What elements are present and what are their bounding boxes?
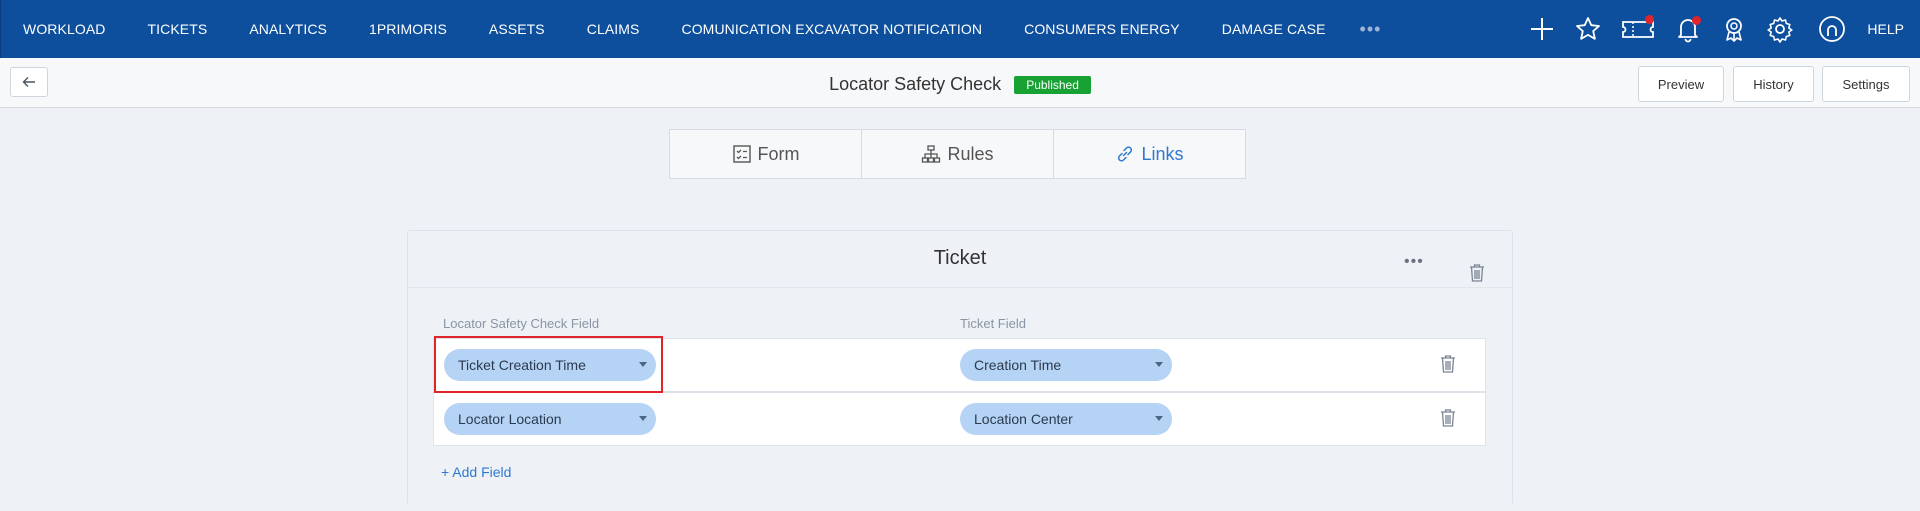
form-toolbar: Locator Safety Check Published Preview H… bbox=[0, 58, 1920, 108]
status-badge: Published bbox=[1014, 75, 1091, 94]
tab-links-label: Links bbox=[1141, 143, 1184, 164]
history-button[interactable]: History bbox=[1733, 66, 1814, 102]
star-icon[interactable] bbox=[1573, 14, 1603, 44]
award-icon[interactable] bbox=[1719, 14, 1749, 44]
editor-tabs: Form Rules Links bbox=[669, 129, 1246, 179]
right-field-select[interactable]: Creation Time bbox=[960, 349, 1172, 381]
nav-item-tickets[interactable]: TICKETS bbox=[147, 21, 207, 37]
nav-item-consumers-energy[interactable]: CONSUMERS ENERGY bbox=[1024, 21, 1180, 37]
trash-icon[interactable] bbox=[1439, 408, 1457, 433]
nav-more-button[interactable]: ••• bbox=[1360, 19, 1382, 40]
left-field-select[interactable]: Locator Location bbox=[444, 403, 656, 435]
tab-rules-label: Rules bbox=[947, 143, 994, 164]
link-icon bbox=[1118, 146, 1133, 162]
left-column-header: Locator Safety Check Field bbox=[443, 316, 600, 331]
right-column-header: Ticket Field bbox=[960, 316, 1026, 331]
nav-item-assets[interactable]: ASSETS bbox=[489, 21, 545, 37]
highlight-box bbox=[434, 336, 663, 393]
gear-icon[interactable] bbox=[1765, 14, 1795, 44]
chevron-down-icon bbox=[1155, 362, 1163, 367]
settings-button[interactable]: Settings bbox=[1822, 66, 1910, 102]
nav-item-1primoris[interactable]: 1PRIMORIS bbox=[369, 21, 447, 37]
help-link[interactable]: HELP bbox=[1867, 21, 1904, 37]
tab-form-label: Form bbox=[757, 143, 800, 164]
card-title: Ticket bbox=[933, 247, 987, 269]
preview-button[interactable]: Preview bbox=[1638, 66, 1724, 102]
tab-rules[interactable]: Rules bbox=[862, 130, 1054, 178]
nav-item-workload[interactable]: WORKLOAD bbox=[23, 21, 105, 37]
chevron-down-icon bbox=[639, 416, 647, 421]
trash-icon[interactable] bbox=[1468, 263, 1486, 288]
nav-right-group: HELP bbox=[1519, 0, 1920, 58]
top-nav: WORKLOAD TICKETS ANALYTICS 1PRIMORIS ASS… bbox=[0, 0, 1920, 58]
nav-item-analytics[interactable]: ANALYTICS bbox=[249, 21, 327, 37]
right-field-select[interactable]: Location Center bbox=[960, 403, 1172, 435]
add-field-link[interactable]: + Add Field bbox=[441, 464, 511, 480]
title-wrap: Locator Safety Check Published bbox=[0, 74, 1920, 95]
right-field-value: Location Center bbox=[974, 411, 1073, 427]
link-row: Locator Location Location Center bbox=[433, 392, 1486, 446]
right-field-value: Creation Time bbox=[974, 357, 1062, 373]
card-more-button[interactable]: ••• bbox=[1404, 253, 1424, 271]
chevron-down-icon bbox=[1155, 416, 1163, 421]
user-icon[interactable] bbox=[1817, 14, 1847, 44]
card-header: Ticket ••• bbox=[408, 231, 1512, 288]
nav-item-comunication-excavator-notification[interactable]: COMUNICATION EXCAVATOR NOTIFICATION bbox=[681, 21, 982, 37]
page-title: Locator Safety Check bbox=[829, 74, 1002, 94]
ticket-icon[interactable] bbox=[1619, 14, 1657, 44]
plus-icon[interactable] bbox=[1527, 14, 1557, 44]
checklist-icon bbox=[732, 145, 751, 163]
tab-form[interactable]: Form bbox=[670, 130, 862, 178]
hierarchy-icon bbox=[922, 145, 941, 163]
nav-item-damage-case[interactable]: DAMAGE CASE bbox=[1222, 21, 1326, 37]
trash-icon[interactable] bbox=[1439, 354, 1457, 379]
nav-item-claims[interactable]: CLAIMS bbox=[587, 21, 640, 37]
left-field-value: Locator Location bbox=[458, 411, 562, 427]
bell-icon[interactable] bbox=[1673, 14, 1703, 44]
tab-links[interactable]: Links bbox=[1054, 130, 1245, 178]
